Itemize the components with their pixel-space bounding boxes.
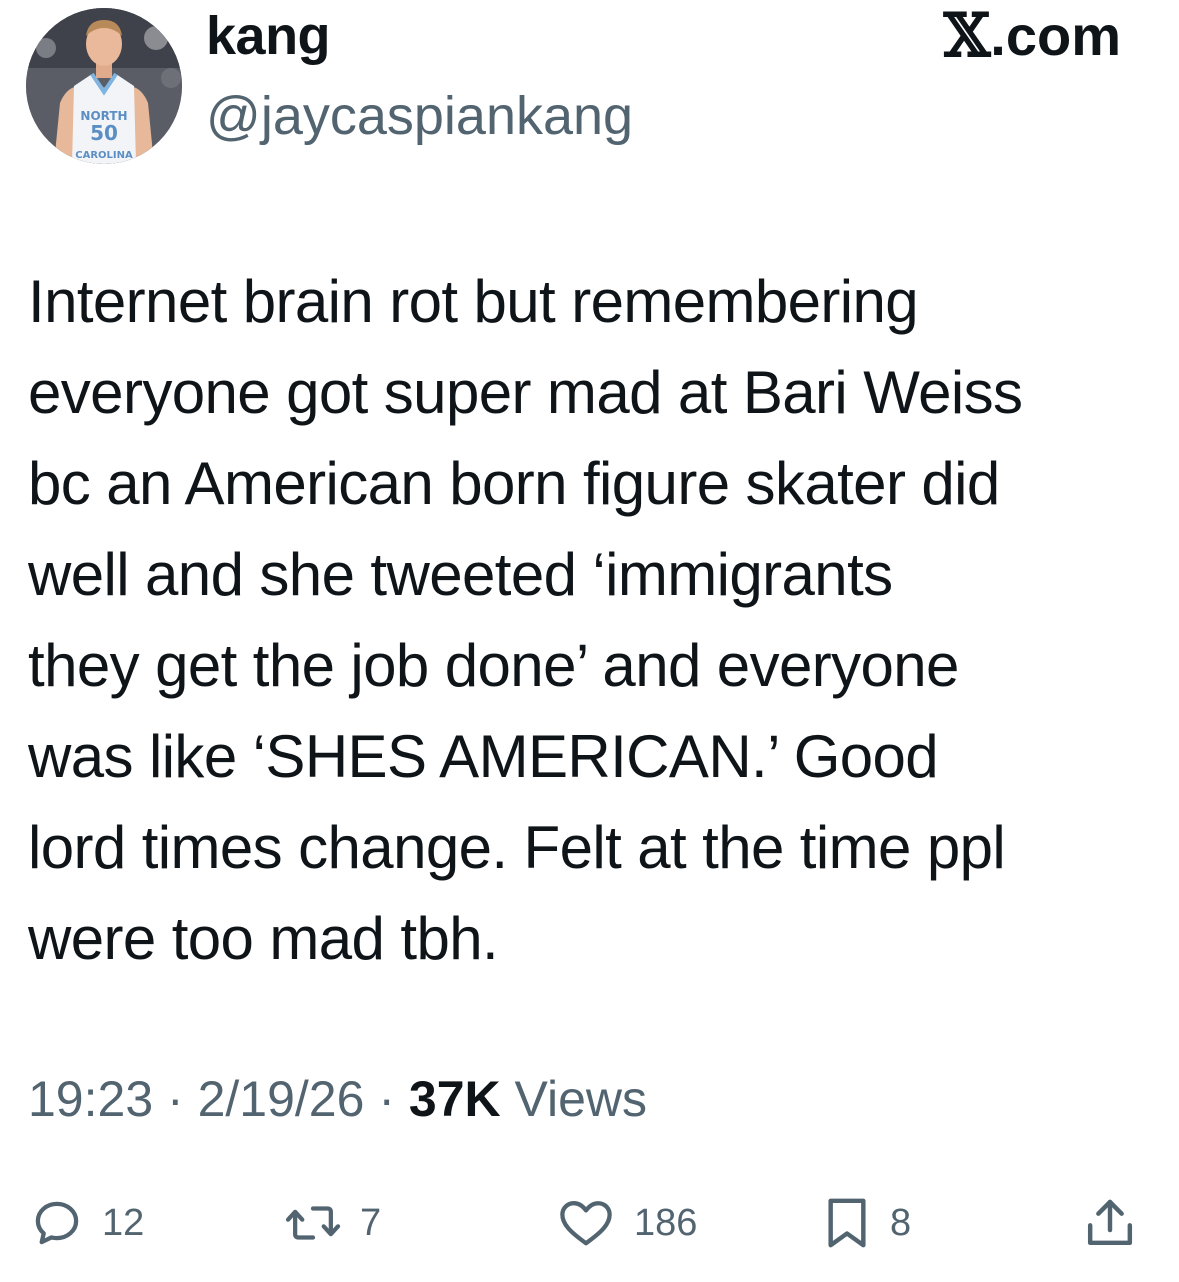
meta-separator: · (167, 1071, 184, 1127)
heart-icon (560, 1201, 612, 1246)
brand-link[interactable]: 𝕏 .com (944, 4, 1121, 68)
tweet-line: bc an American born figure skater did (28, 450, 1000, 517)
repost-button[interactable]: 7 (284, 1188, 381, 1258)
avatar[interactable]: NORTH 50 CAROLINA (26, 8, 182, 164)
tweet-meta: 19:23 · 2/19/26 · 37K Views (28, 1064, 647, 1134)
reply-icon (35, 1201, 79, 1245)
bookmark-button[interactable]: 8 (822, 1188, 911, 1258)
user-handle[interactable]: @jaycaspiankang (206, 84, 633, 148)
meta-separator: · (378, 1071, 395, 1127)
like-count: 186 (634, 1201, 698, 1244)
brand-domain: .com (990, 4, 1121, 67)
tweet-line: lord times change. Felt at the time ppl (28, 814, 1006, 881)
tweet-line: they get the job done’ and everyone (28, 632, 959, 699)
reply-button[interactable]: 12 (30, 1188, 144, 1258)
tweet-line: everyone got super mad at Bari Weiss (28, 359, 1023, 426)
views-count: 37K (408, 1071, 501, 1127)
tweet-text: Internet brain rot but remembering every… (28, 256, 1158, 984)
share-icon (1087, 1199, 1133, 1246)
reply-count: 12 (102, 1201, 145, 1244)
like-button[interactable]: 186 (556, 1188, 697, 1258)
tweet-line: was like ‘SHES AMERICAN.’ Good (28, 723, 939, 790)
x-logo-icon: 𝕏 (943, 1, 991, 71)
tweet-line: well and she tweeted ‘immigrants (28, 541, 893, 608)
display-name[interactable]: kang (206, 4, 331, 68)
tweet-line: Internet brain rot but remembering (28, 268, 919, 335)
tweet-date[interactable]: 2/19/26 (198, 1071, 365, 1127)
action-bar: 12 7 186 8 (0, 1188, 1179, 1258)
avatar-photo: NORTH 50 CAROLINA (26, 8, 182, 164)
repost-icon (285, 1206, 341, 1240)
bookmark-count: 8 (890, 1201, 912, 1244)
repost-count: 7 (360, 1201, 382, 1244)
jersey-bottom-text: CAROLINA (75, 150, 133, 161)
jersey-number: 50 (90, 121, 118, 145)
bookmark-icon (828, 1198, 866, 1248)
views-label: Views (514, 1071, 648, 1127)
tweet-time[interactable]: 19:23 (28, 1071, 153, 1127)
tweet-line: were too mad tbh. (28, 905, 499, 972)
share-button[interactable] (1082, 1188, 1138, 1258)
